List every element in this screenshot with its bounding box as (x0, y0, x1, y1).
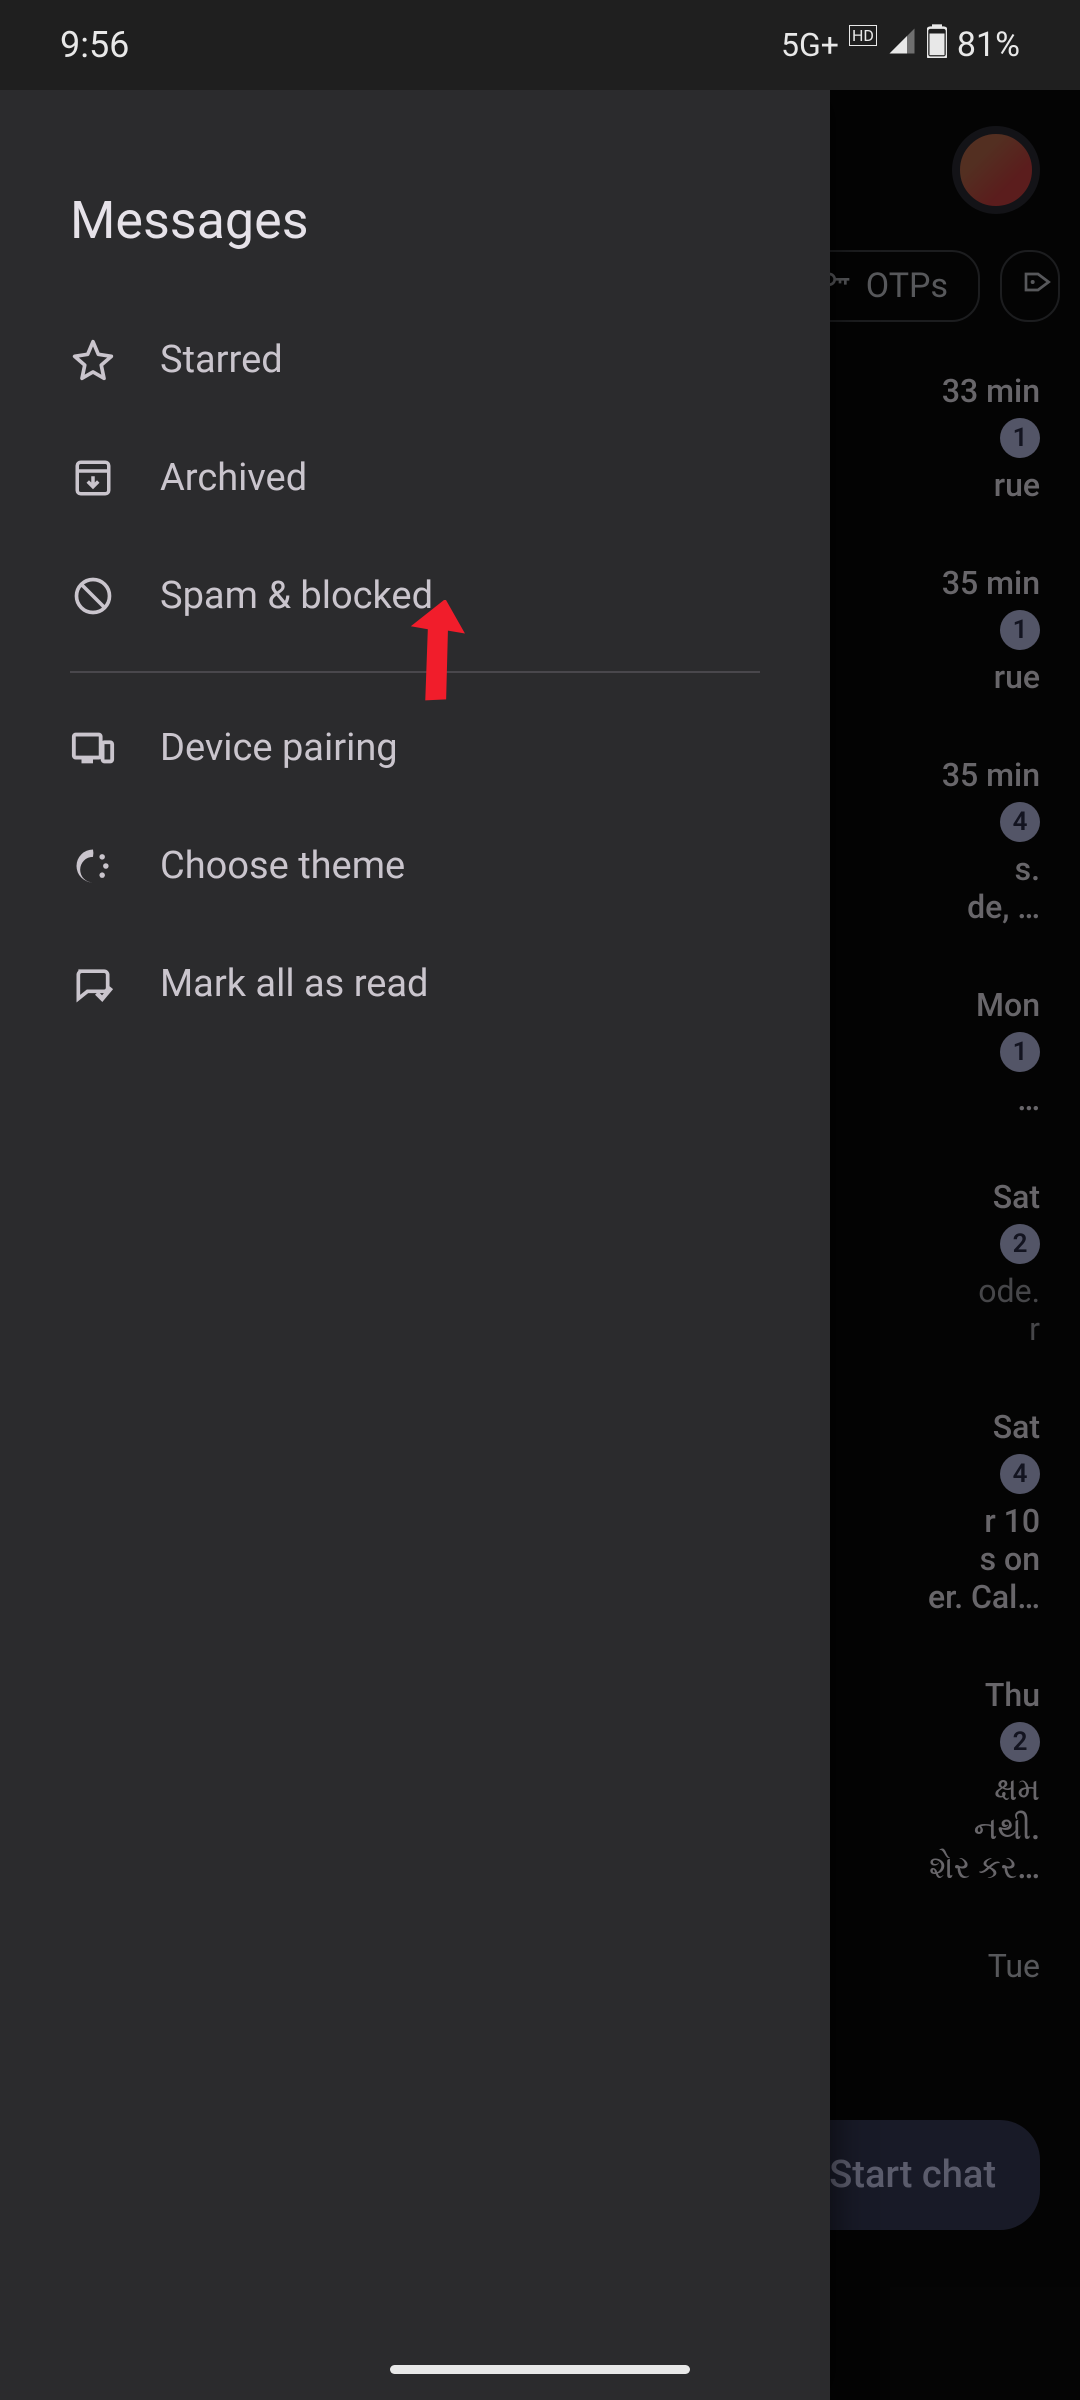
star-icon (70, 337, 116, 383)
sidebar-item-theme[interactable]: Choose theme (0, 807, 830, 925)
devices-icon (70, 725, 116, 771)
archive-icon (70, 455, 116, 501)
sidebar-item-archived[interactable]: Archived (0, 419, 830, 537)
status-time: 9:56 (60, 24, 129, 66)
sidebar-item-label: Starred (160, 338, 283, 382)
sidebar-item-label: Mark all as read (160, 962, 428, 1006)
sidebar-item-starred[interactable]: Starred (0, 301, 830, 419)
sidebar-item-label: Spam & blocked (160, 574, 433, 618)
battery-percent: 81% (957, 25, 1020, 65)
sidebar-item-label: Choose theme (160, 844, 405, 888)
sidebar-item-label: Archived (160, 456, 307, 500)
network-label: 5G+ (781, 26, 839, 64)
sidebar-item-label: Device pairing (160, 726, 398, 770)
mark-read-icon (70, 961, 116, 1007)
signal-icon (887, 25, 917, 65)
annotation-pointer-icon (400, 600, 480, 714)
sidebar-item-mark-read[interactable]: Mark all as read (0, 925, 830, 1043)
status-right: 5G+ HD 81% (781, 24, 1020, 67)
drawer-title: Messages (0, 130, 830, 301)
home-indicator[interactable] (390, 2365, 690, 2374)
blocked-icon (70, 573, 116, 619)
hd-indicator: HD (849, 25, 877, 46)
battery-icon (927, 24, 947, 67)
nav-drawer: Messages Starred Archived Spam & blocked… (0, 90, 830, 2400)
theme-icon (70, 843, 116, 889)
status-bar: 9:56 5G+ HD 81% (0, 0, 1080, 90)
